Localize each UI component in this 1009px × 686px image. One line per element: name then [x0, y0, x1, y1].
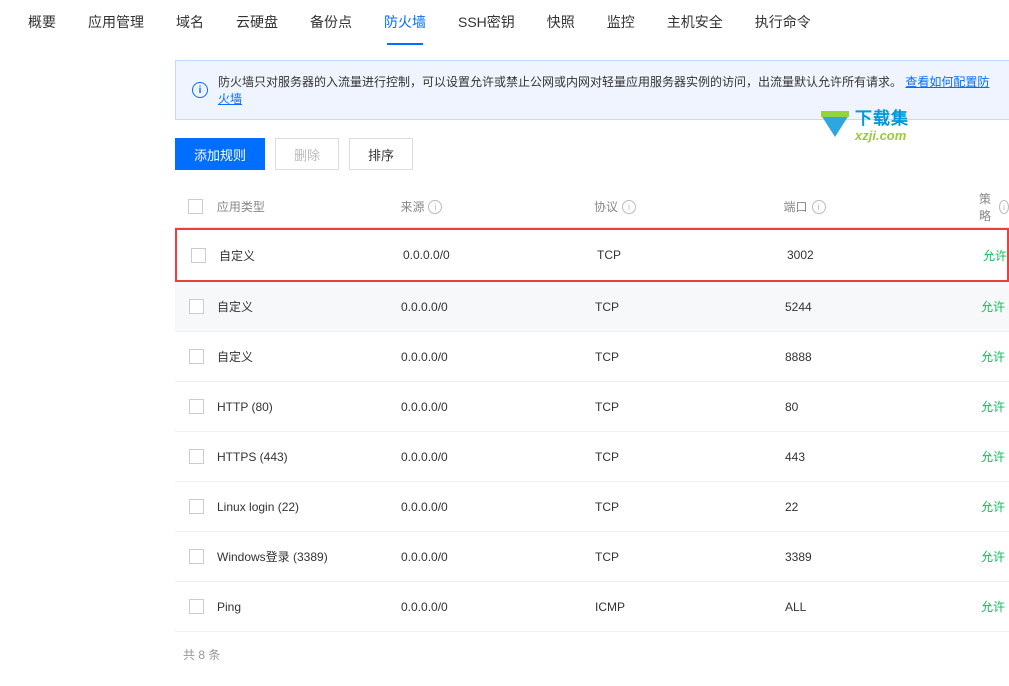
cell-port: 5244: [785, 300, 981, 314]
cell-port: 3002: [787, 248, 983, 262]
col-protocol: 协议i: [594, 198, 784, 215]
cell-type: 自定义: [219, 247, 403, 264]
tab-8[interactable]: 监控: [591, 0, 651, 44]
row-checkbox[interactable]: [189, 399, 204, 414]
cell-port: 22: [785, 500, 981, 514]
cell-port: ALL: [785, 600, 981, 614]
row-checkbox[interactable]: [189, 499, 204, 514]
row-checkbox[interactable]: [189, 549, 204, 564]
cell-policy: 允许: [981, 548, 1009, 565]
add-rule-button[interactable]: 添加规则: [175, 138, 265, 170]
cell-policy: 允许: [981, 598, 1009, 615]
tab-0[interactable]: 概要: [12, 0, 72, 44]
tab-5[interactable]: 防火墙: [368, 0, 442, 44]
table-row: HTTP (80)0.0.0.0/0TCP80允许: [175, 382, 1009, 432]
cell-type: 自定义: [217, 348, 401, 365]
table-row: 自定义0.0.0.0/0TCP8888允许: [175, 332, 1009, 382]
table-row: 自定义0.0.0.0/0TCP5244允许: [175, 282, 1009, 332]
col-policy: 策略i: [979, 190, 1009, 224]
cell-source: 0.0.0.0/0: [401, 400, 595, 414]
row-checkbox[interactable]: [189, 599, 204, 614]
cell-policy: 允许: [981, 498, 1009, 515]
cell-source: 0.0.0.0/0: [401, 550, 595, 564]
col-source: 来源i: [400, 198, 594, 215]
cell-type: 自定义: [217, 298, 401, 315]
row-checkbox[interactable]: [189, 299, 204, 314]
cell-port: 3389: [785, 550, 981, 564]
cell-protocol: TCP: [595, 400, 785, 414]
sort-button[interactable]: 排序: [349, 138, 413, 170]
help-icon[interactable]: i: [622, 200, 636, 214]
rules-table: 应用类型 来源i 协议i 端口i 策略i 自定义0.0.0.0/0TCP3002…: [175, 186, 1009, 632]
cell-source: 0.0.0.0/0: [401, 600, 595, 614]
cell-protocol: ICMP: [595, 600, 785, 614]
cell-type: Linux login (22): [217, 500, 401, 514]
tab-2[interactable]: 域名: [160, 0, 220, 44]
table-row: HTTPS (443)0.0.0.0/0TCP443允许: [175, 432, 1009, 482]
cell-type: HTTP (80): [217, 400, 401, 414]
toolbar: 添加规则 删除 排序: [175, 138, 1009, 170]
cell-type: HTTPS (443): [217, 450, 401, 464]
cell-protocol: TCP: [595, 450, 785, 464]
cell-source: 0.0.0.0/0: [401, 300, 595, 314]
help-icon[interactable]: i: [428, 200, 442, 214]
banner-text: 防火墙只对服务器的入流量进行控制，可以设置允许或禁止公网或内网对轻量应用服务器实…: [218, 73, 993, 107]
tab-4[interactable]: 备份点: [294, 0, 368, 44]
cell-policy: 允许: [981, 298, 1009, 315]
cell-source: 0.0.0.0/0: [403, 248, 597, 262]
table-row: 自定义0.0.0.0/0TCP3002允许: [175, 228, 1009, 282]
tab-10[interactable]: 执行命令: [739, 0, 827, 44]
info-banner: i 防火墙只对服务器的入流量进行控制，可以设置允许或禁止公网或内网对轻量应用服务…: [175, 60, 1009, 120]
cell-policy: 允许: [981, 348, 1009, 365]
table-row: Linux login (22)0.0.0.0/0TCP22允许: [175, 482, 1009, 532]
help-icon[interactable]: i: [999, 200, 1009, 214]
table-row: Ping0.0.0.0/0ICMPALL允许: [175, 582, 1009, 632]
table-row: Windows登录 (3389)0.0.0.0/0TCP3389允许: [175, 532, 1009, 582]
info-icon: i: [192, 82, 208, 98]
cell-policy: 允许: [981, 398, 1009, 415]
row-checkbox[interactable]: [191, 248, 206, 263]
table-header: 应用类型 来源i 协议i 端口i 策略i: [175, 186, 1009, 228]
tab-6[interactable]: SSH密钥: [442, 0, 531, 44]
tab-1[interactable]: 应用管理: [72, 0, 160, 44]
cell-source: 0.0.0.0/0: [401, 500, 595, 514]
tab-3[interactable]: 云硬盘: [220, 0, 294, 44]
table-footer: 共 8 条: [175, 632, 1009, 677]
select-all-checkbox[interactable]: [188, 199, 203, 214]
cell-port: 443: [785, 450, 981, 464]
cell-type: Windows登录 (3389): [217, 548, 401, 565]
help-icon[interactable]: i: [812, 200, 826, 214]
tab-7[interactable]: 快照: [531, 0, 591, 44]
cell-port: 80: [785, 400, 981, 414]
tab-bar: 概要应用管理域名云硬盘备份点防火墙SSH密钥快照监控主机安全执行命令: [0, 0, 1009, 44]
cell-source: 0.0.0.0/0: [401, 450, 595, 464]
cell-port: 8888: [785, 350, 981, 364]
cell-protocol: TCP: [595, 550, 785, 564]
cell-source: 0.0.0.0/0: [401, 350, 595, 364]
row-checkbox[interactable]: [189, 449, 204, 464]
tab-9[interactable]: 主机安全: [651, 0, 739, 44]
cell-policy: 允许: [981, 448, 1009, 465]
col-port: 端口i: [783, 198, 979, 215]
row-checkbox[interactable]: [189, 349, 204, 364]
col-type: 应用类型: [217, 198, 401, 215]
cell-protocol: TCP: [595, 350, 785, 364]
cell-protocol: TCP: [595, 300, 785, 314]
cell-protocol: TCP: [595, 500, 785, 514]
cell-protocol: TCP: [597, 248, 787, 262]
cell-type: Ping: [217, 600, 401, 614]
cell-policy: 允许: [983, 247, 1007, 264]
content-area: i 防火墙只对服务器的入流量进行控制，可以设置允许或禁止公网或内网对轻量应用服务…: [0, 60, 1009, 677]
delete-button[interactable]: 删除: [275, 138, 339, 170]
